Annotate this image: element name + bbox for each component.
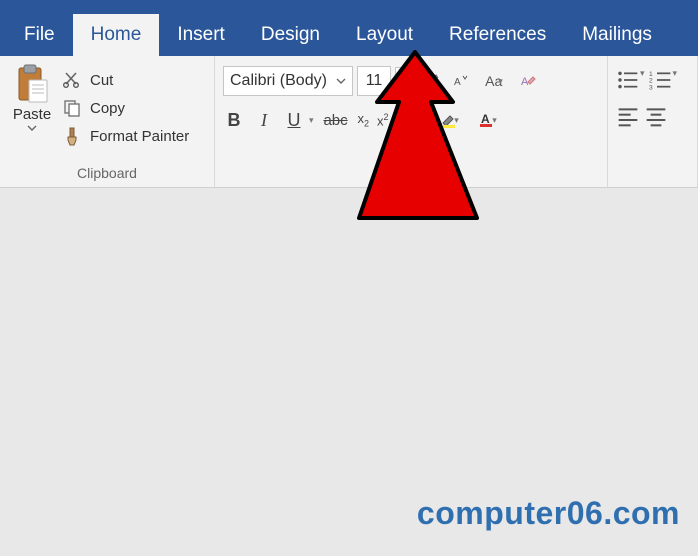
scissors-icon bbox=[62, 70, 82, 90]
tab-references[interactable]: References bbox=[431, 14, 564, 56]
font-size-dropdown[interactable] bbox=[395, 67, 413, 95]
ribbon-tab-strip: File Home Insert Design Layout Reference… bbox=[0, 0, 698, 56]
grow-font-button[interactable]: A bbox=[417, 67, 443, 95]
group-font: Calibri (Body) 11 A A Aa ▾ A bbox=[215, 56, 608, 187]
cut-label: Cut bbox=[90, 72, 113, 89]
chevron-down-icon: ▾ bbox=[498, 76, 503, 87]
tab-design[interactable]: Design bbox=[243, 14, 338, 56]
strikethrough-button[interactable]: abc bbox=[322, 112, 350, 129]
superscript-button[interactable]: x2 bbox=[377, 112, 389, 128]
numbering-button[interactable]: 123 bbox=[649, 68, 673, 92]
numbering-icon: 123 bbox=[649, 68, 673, 92]
copy-icon bbox=[62, 98, 82, 118]
chevron-down-icon: ▾ bbox=[492, 115, 497, 126]
svg-text:A: A bbox=[423, 74, 432, 89]
chevron-down-icon bbox=[399, 76, 409, 86]
group-paragraph: ▾ 123 ▾ bbox=[608, 56, 698, 187]
tab-layout[interactable]: Layout bbox=[338, 14, 431, 56]
shrink-font-icon: A bbox=[451, 72, 469, 90]
clear-formatting-button[interactable]: A bbox=[515, 67, 541, 95]
cut-button[interactable]: Cut bbox=[62, 66, 206, 94]
ribbon-body: Paste Cut Copy Format Painter Clipboard … bbox=[0, 56, 698, 188]
font-name-value: Calibri (Body) bbox=[230, 72, 327, 90]
chevron-down-icon[interactable]: ▾ bbox=[640, 68, 645, 92]
align-left-button[interactable] bbox=[616, 104, 640, 128]
bullets-button[interactable] bbox=[616, 68, 640, 92]
font-size-combo[interactable]: 11 bbox=[357, 66, 391, 96]
font-size-value: 11 bbox=[366, 72, 383, 90]
tab-file[interactable]: File bbox=[6, 14, 73, 56]
chevron-down-icon[interactable]: ▾ bbox=[309, 115, 314, 126]
tab-home[interactable]: Home bbox=[73, 14, 160, 56]
chevron-down-icon: ▾ bbox=[454, 115, 459, 126]
group-label-font: Font bbox=[215, 165, 607, 181]
chevron-down-icon[interactable]: ▾ bbox=[673, 68, 678, 92]
paintbrush-icon bbox=[62, 126, 82, 146]
underline-button[interactable]: U bbox=[283, 110, 305, 131]
chevron-down-icon: ▾ bbox=[416, 115, 421, 126]
watermark-text: computer06.com bbox=[417, 495, 680, 532]
subscript-button[interactable]: x2 bbox=[358, 111, 370, 129]
text-effects-button[interactable]: A▾ bbox=[397, 106, 427, 134]
change-case-button[interactable]: Aa ▾ bbox=[477, 67, 511, 95]
format-painter-label: Format Painter bbox=[90, 128, 189, 145]
bold-button[interactable]: B bbox=[223, 110, 245, 131]
svg-text:A: A bbox=[454, 77, 461, 88]
group-label-clipboard: Clipboard bbox=[0, 165, 214, 181]
tab-mailings[interactable]: Mailings bbox=[564, 14, 670, 56]
bullets-icon bbox=[616, 68, 640, 92]
font-color-button[interactable]: A▾ bbox=[473, 106, 503, 134]
shrink-font-button[interactable]: A bbox=[447, 67, 473, 95]
svg-text:A: A bbox=[403, 112, 413, 128]
align-center-button[interactable] bbox=[644, 104, 668, 128]
copy-label: Copy bbox=[90, 100, 125, 117]
align-center-icon bbox=[644, 104, 668, 128]
group-clipboard: Paste Cut Copy Format Painter Clipboard bbox=[0, 56, 215, 187]
format-painter-button[interactable]: Format Painter bbox=[62, 122, 206, 150]
grow-font-icon: A bbox=[421, 72, 439, 90]
clear-format-icon: A bbox=[519, 72, 537, 90]
paste-icon bbox=[15, 64, 49, 104]
italic-button[interactable]: I bbox=[253, 110, 275, 131]
svg-text:3: 3 bbox=[649, 84, 653, 91]
chevron-down-icon[interactable] bbox=[27, 123, 37, 133]
font-name-combo[interactable]: Calibri (Body) bbox=[223, 66, 353, 96]
svg-text:A: A bbox=[481, 112, 490, 126]
copy-button[interactable]: Copy bbox=[62, 94, 206, 122]
align-left-icon bbox=[616, 104, 640, 128]
paste-label: Paste bbox=[13, 106, 51, 123]
chevron-down-icon bbox=[336, 76, 346, 86]
tab-insert[interactable]: Insert bbox=[159, 14, 243, 56]
highlight-button[interactable]: ▾ bbox=[435, 106, 465, 134]
